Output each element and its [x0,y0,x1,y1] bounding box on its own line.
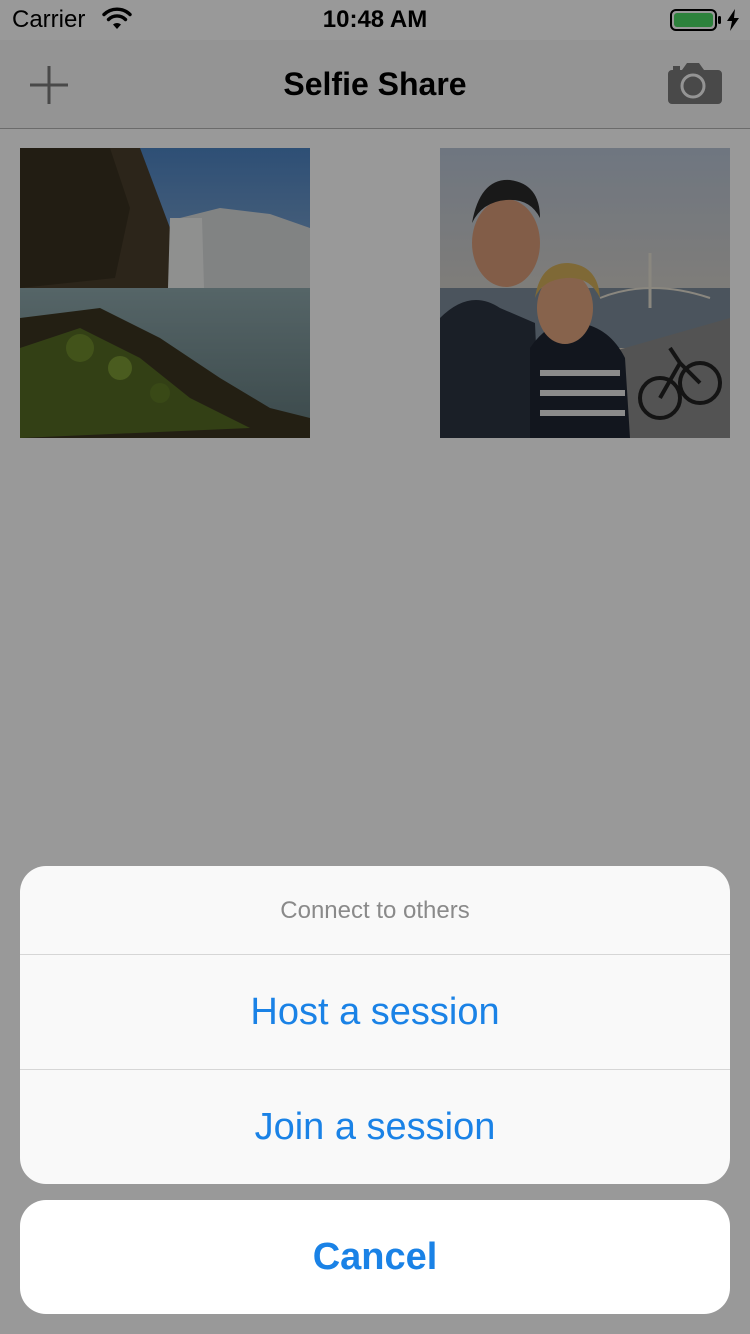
host-session-button[interactable]: Host a session [20,955,730,1069]
cancel-button[interactable]: Cancel [20,1200,730,1314]
action-sheet: Connect to others Host a session Join a … [20,866,730,1184]
action-sheet-title: Connect to others [280,897,470,924]
app-screen: Carrier 10:48 AM Selfie Share Connect to… [0,0,750,1334]
join-session-button[interactable]: Join a session [20,1070,730,1184]
